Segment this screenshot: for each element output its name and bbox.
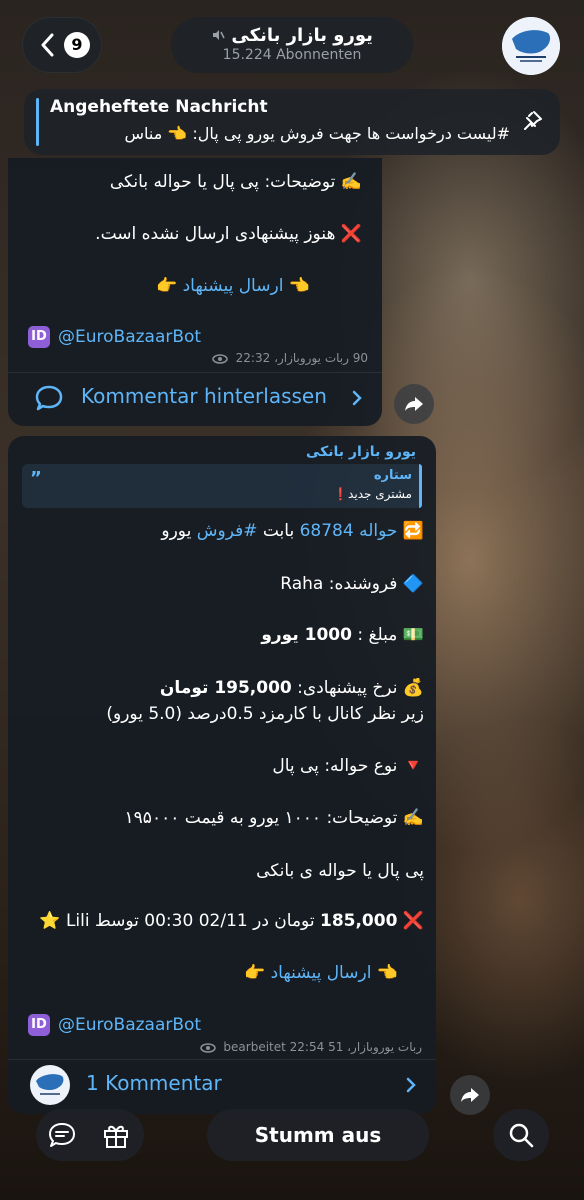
- channel-title[interactable]: یورو بازار بانکی 15.224 Abonnenten: [171, 17, 413, 73]
- send-offer-text: ارسال پیشنهاد: [182, 276, 284, 296]
- search-icon: [509, 1123, 534, 1148]
- money-emoji: 💵: [402, 625, 424, 645]
- no-offer-text: هنوز پیشنهادی ارسال نشده است.: [95, 224, 336, 244]
- chat-icon[interactable]: [48, 1122, 76, 1152]
- description-line: ✍️ توضیحات: ۱۰۰۰ یورو به قیمت ۱۹۵۰۰۰: [125, 808, 424, 828]
- seller-text: فروشنده: Raha: [280, 574, 398, 594]
- cross-mark-emoji: ❌: [340, 224, 362, 244]
- amount-line: 💵 مبلغ : 1000 یورو: [261, 625, 424, 645]
- send-offer-link[interactable]: 👈 ارسال پیشنهاد 👉: [156, 276, 310, 296]
- channel-avatar[interactable]: [502, 17, 560, 75]
- comment-button[interactable]: Kommentar hinterlassen: [8, 372, 382, 424]
- pinned-label: Angeheftete Nachricht: [50, 97, 268, 117]
- offer-line: ❌ 185,000 تومان در 02/11 00:30 توسط Lili…: [39, 911, 424, 931]
- offer-details: تومان در 02/11 00:30 توسط Lili: [65, 911, 315, 931]
- chevron-left-icon: [40, 33, 54, 57]
- bottom-actions: [36, 1109, 144, 1161]
- muted-speaker-icon: [211, 28, 225, 42]
- description-text: توضیحات: پی پال یا حواله بانکی: [109, 172, 336, 192]
- transfer-number-link[interactable]: 68784: [300, 521, 354, 541]
- repeat-emoji: 🔁: [402, 521, 424, 541]
- pinned-message[interactable]: Angeheftete Nachricht #لیست درخواست ها ج…: [24, 89, 560, 155]
- rate-value: 195,000 تومان: [159, 678, 292, 698]
- no-offer-line: ❌ هنوز پیشنهادی ارسال نشده است.: [95, 224, 362, 244]
- channel-name: یورو بازار بانکی: [231, 24, 373, 46]
- eye-icon: [199, 1042, 216, 1053]
- hashtag-link[interactable]: #فروش: [197, 521, 258, 541]
- share-button[interactable]: [450, 1075, 490, 1115]
- share-arrow-icon: [461, 1088, 479, 1102]
- writing-hand-emoji: ✍️: [402, 808, 424, 828]
- bot-username: @EuroBazaarBot: [58, 1015, 202, 1035]
- rate-line: 💰 نرخ پیشنهادی: 195,000 تومان: [160, 678, 424, 698]
- message-bubble[interactable]: ✍️ توضیحات: پی پال یا حواله بانکی ❌ هنوز…: [8, 158, 382, 426]
- meta-author: ربات یوروبازار،: [347, 1040, 422, 1054]
- id-icon: ID: [28, 326, 50, 348]
- meta-views: 51: [328, 1040, 344, 1054]
- title-prefix: حواله: [359, 521, 398, 541]
- chevron-right-icon: [352, 390, 362, 406]
- transfer-title: 🔁 حواله 68784 بابت #فروش یورو: [161, 521, 424, 541]
- quote-author: ستاره: [373, 468, 412, 483]
- id-icon: ID: [28, 1014, 50, 1036]
- share-arrow-icon: [405, 397, 423, 411]
- meta-author: 90 ربات یوروبازار،: [274, 351, 368, 365]
- offer-amount: 185,000: [319, 911, 398, 931]
- writing-hand-emoji: ✍️: [340, 172, 362, 192]
- cross-mark-emoji: ❌: [402, 911, 424, 931]
- message-meta: ربات یوروبازار، bearbeitet 22:54 51: [196, 1040, 422, 1054]
- quote-indicator: [419, 464, 422, 508]
- sender-name: یورو بازار بانکی: [305, 444, 416, 460]
- bot-link[interactable]: ID @EuroBazaarBot: [28, 1014, 201, 1036]
- title-suffix: یورو: [161, 521, 192, 541]
- description-text: توضیحات: ۱۰۰۰ یورو به قیمت ۱۹۵۰۰۰: [124, 808, 398, 828]
- send-offer-link[interactable]: 👈 ارسال پیشنهاد 👉: [244, 963, 398, 983]
- title-mid: بابت: [262, 521, 295, 541]
- share-button[interactable]: [394, 384, 434, 424]
- transfer-type-text: نوع حواله: پی پال: [272, 756, 398, 776]
- search-button[interactable]: [493, 1109, 549, 1161]
- pinned-text: #لیست درخواست ها جهت فروش یورو پی پال: 👈…: [124, 124, 511, 143]
- amount-label: مبلغ :: [357, 625, 398, 645]
- comments-button[interactable]: 1 Kommentar: [8, 1059, 436, 1111]
- subscriber-count: 15.224 Abonnenten: [222, 46, 362, 63]
- diamond-emoji: 🔷: [402, 574, 424, 594]
- reply-quote[interactable]: ستاره مشتری جدید❗️ ”: [22, 464, 422, 508]
- transfer-type-line: 🔻 نوع حواله: پی پال: [272, 756, 424, 776]
- pin-icon[interactable]: [520, 109, 544, 133]
- comment-label: 1 Kommentar: [86, 1071, 222, 1095]
- commenter-avatar: [30, 1065, 70, 1105]
- quote-text: مشتری جدید❗️: [333, 487, 412, 501]
- message-meta: 90 ربات یوروبازار، 22:32: [208, 351, 368, 365]
- rate-label: نرخ پیشنهادی:: [297, 678, 398, 698]
- amount-value: 1000 یورو: [261, 625, 352, 645]
- comment-bubble-icon: [34, 384, 64, 412]
- pinned-indicator: [36, 98, 39, 146]
- gift-icon[interactable]: [102, 1121, 130, 1153]
- eurobazaar-logo: [502, 17, 560, 75]
- description-line-2: پی پال یا حواله ی بانکی: [256, 861, 424, 881]
- quote-icon: ”: [30, 468, 42, 489]
- send-offer-text: ارسال پیشنهاد: [270, 963, 372, 983]
- bot-link[interactable]: ID @EuroBazaarBot: [28, 326, 201, 348]
- back-button[interactable]: 9: [22, 17, 102, 73]
- bot-username: @EuroBazaarBot: [58, 327, 202, 347]
- unread-count-badge: 9: [64, 32, 90, 58]
- seller-line: 🔷 فروشنده: Raha: [280, 574, 424, 594]
- fee-line: زیر نظر کانال با کارمزد 0.5درصد (5.0 یور…: [106, 704, 424, 724]
- star-emoji: ⭐: [39, 911, 61, 931]
- unmute-button[interactable]: Stumm aus: [207, 1109, 429, 1161]
- red-triangle-emoji: 🔻: [402, 756, 424, 776]
- eye-icon: [212, 353, 228, 364]
- meta-time: bearbeitet 22:54: [223, 1040, 325, 1054]
- comment-label: Kommentar hinterlassen: [81, 384, 327, 408]
- chevron-right-icon: [406, 1077, 416, 1093]
- description-line: ✍️ توضیحات: پی پال یا حواله بانکی: [110, 172, 362, 192]
- meta-time: 22:32: [235, 351, 271, 365]
- money-bag-emoji: 💰: [402, 678, 424, 698]
